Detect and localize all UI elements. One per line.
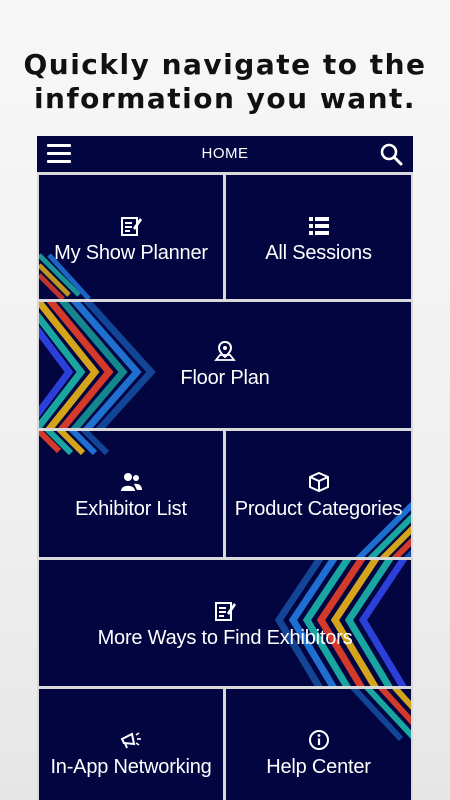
more-ways-label: More Ways to Find Exhibitors: [97, 627, 353, 649]
box-icon: [308, 471, 329, 493]
product-categories-label: Product Categories: [234, 498, 403, 520]
megaphone-icon: [120, 732, 141, 749]
in-app-networking-button[interactable]: In-App Networking: [39, 689, 223, 800]
search-icon[interactable]: [379, 142, 403, 166]
promo-headline: Quickly navigate to the information you …: [0, 48, 450, 116]
page-title: HOME: [201, 145, 249, 162]
help-center-label: Help Center: [266, 756, 371, 778]
floor-plan-label: Floor Plan: [180, 367, 270, 389]
floor-plan-button[interactable]: Floor Plan: [39, 302, 411, 428]
promo-line-2: information you want.: [33, 82, 417, 115]
info-icon: [308, 730, 329, 750]
in-app-networking-label: In-App Networking: [50, 756, 212, 778]
planner-icon: [215, 602, 236, 621]
exhibitor-list-label: Exhibitor List: [75, 498, 187, 520]
my-show-planner-label: My Show Planner: [54, 242, 208, 264]
product-categories-button[interactable]: Product Categories: [226, 431, 411, 557]
list-icon: [308, 217, 329, 235]
top-bar: HOME: [37, 136, 413, 172]
my-show-planner-button[interactable]: My Show Planner: [39, 175, 223, 299]
app-screen: HOME My Show Planner All Sessions Floor …: [37, 136, 413, 800]
more-ways-to-find-exhibitors-button[interactable]: More Ways to Find Exhibitors: [39, 560, 411, 686]
promo-line-1: Quickly navigate to the: [23, 48, 427, 81]
all-sessions-button[interactable]: All Sessions: [226, 175, 411, 299]
exhibitor-list-button[interactable]: Exhibitor List: [39, 431, 223, 557]
people-icon: [121, 473, 142, 491]
planner-icon: [121, 217, 142, 236]
help-center-button[interactable]: Help Center: [226, 689, 411, 800]
map-pin-icon: [214, 340, 236, 361]
all-sessions-label: All Sessions: [265, 242, 372, 264]
